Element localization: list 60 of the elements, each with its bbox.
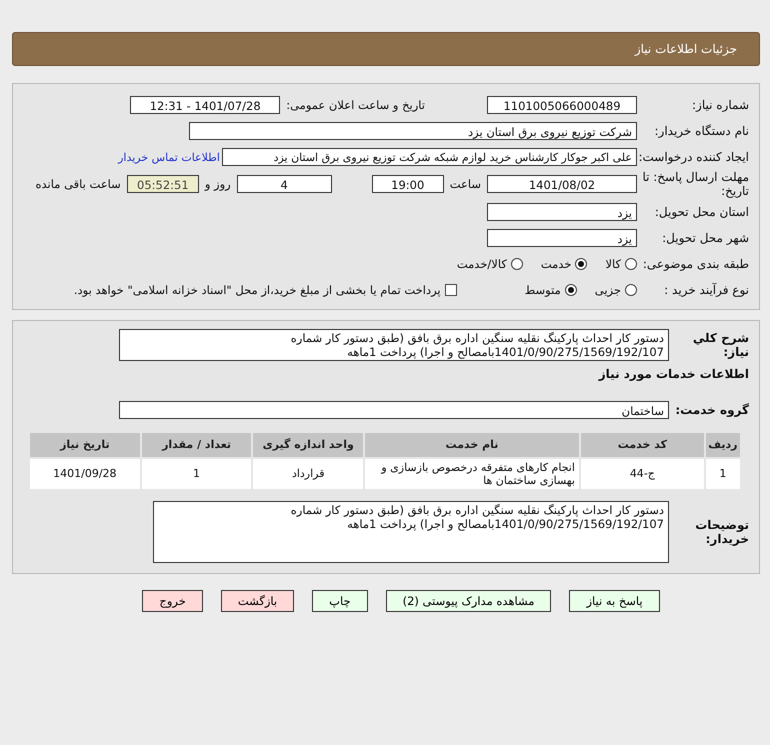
requester-field: علی اکبر جوکار کارشناس خرید لوازم شبکه شرکت توزیع نیروی برق استان یزد [222, 148, 637, 166]
category-radio[interactable]: کالا [605, 256, 637, 271]
field-label: ساعت [450, 177, 481, 192]
process-radio[interactable]: جزیی [594, 282, 637, 297]
action-button[interactable]: مشاهده مدارک پیوستی (2) [386, 590, 552, 612]
field-label: ساعت باقی مانده [36, 177, 121, 192]
category-radio[interactable]: کالا/خدمت [456, 256, 523, 271]
field-label: روز و [204, 177, 231, 192]
action-button[interactable]: چاپ [312, 590, 368, 612]
buyer-notes-field: دستور کار احداث پارکینگ نقلیه سنگین اداره برق بافق (طبق دستور کار شماره 1401/0/90/275/1569/192/107بامصالح و اجرا) پرداخت 1ماهه [153, 500, 669, 563]
column-header: تعداد / مقدار [142, 432, 252, 457]
category-radio[interactable]: خدمت [540, 256, 588, 271]
action-button[interactable]: بازگشت [220, 590, 294, 612]
days-field: 4 [236, 175, 332, 194]
service-group-field: ساختمان [119, 400, 669, 419]
radio-icon[interactable] [510, 258, 523, 270]
column-header: ردیف [706, 432, 740, 457]
table-cell: انجام کارهای متفرقه درخصوص بازسازی و بهسازی ساختمان ها [365, 458, 579, 489]
field-label: نوع فرآیند خرید : [663, 282, 749, 297]
field-label: استان محل تحویل: [654, 204, 749, 219]
section-title: اطلاعات خدمات مورد نیاز [597, 366, 749, 381]
radio-icon[interactable] [625, 258, 637, 270]
column-header: کد خدمت [580, 432, 704, 457]
field-label: ایجاد کننده درخواست: [637, 150, 749, 164]
table-cell: 1 [142, 458, 252, 489]
field-label: شهر محل تحویل: [661, 230, 749, 245]
process-radio[interactable]: متوسط [524, 282, 577, 297]
remaining-time-field: 05:52:51 [126, 175, 199, 194]
buyer-field: شرکت توزیع نیروی برق استان یزد [189, 122, 637, 140]
buyer-contact-link[interactable]: اطلاعات تماس خریدار [118, 150, 220, 164]
table-cell: ج-44 [580, 458, 704, 489]
checkbox-icon[interactable] [444, 284, 457, 296]
city-field: یزد [487, 228, 637, 247]
column-header: نام خدمت [365, 432, 579, 457]
radio-icon[interactable] [564, 284, 577, 296]
field-label: توضیحات خریدار: [694, 518, 749, 546]
summary-field: دستور کار احداث پارکینگ نقلیه سنگین اداره برق بافق (طبق دستور کار شماره 1401/0/90/275/1569/192/107بامصالح و اجرا) پرداخت 1ماهه [119, 328, 669, 361]
table-cell: قرارداد [253, 458, 364, 489]
treasury-checkbox[interactable]: پرداخت تمام یا بخشی از مبلغ خرید،از محل "اسناد خزانه اسلامی" خواهد بود. [74, 282, 457, 297]
deadline-date-field: 1401/08/02 [487, 175, 637, 194]
radio-icon[interactable] [575, 258, 588, 270]
field-label: گروه خدمت: [674, 402, 749, 417]
province-field: یزد [487, 202, 637, 221]
field-label: طبقه بندی موضوعی: [642, 256, 749, 271]
field-label: مهلت ارسال پاسخ: تا تاریخ: [641, 170, 749, 199]
field-label: شرح کلي نياز: [692, 330, 749, 359]
radio-icon[interactable] [625, 284, 637, 296]
column-header: تاریخ نیاز [30, 432, 140, 457]
table-cell: 1401/09/28 [30, 458, 140, 489]
field-label: تاریخ و ساعت اعلان عمومی: [286, 98, 425, 112]
action-button[interactable]: خروج [142, 590, 203, 612]
field-label: نام دستگاه خریدار: [654, 124, 749, 138]
field-label: شماره نیاز: [691, 98, 749, 112]
page-title: جزئیات اطلاعات نیاز [634, 42, 737, 56]
announce-date-field: 1401/07/28 - 12:31 [130, 96, 280, 114]
table-cell: 1 [706, 458, 740, 489]
column-header: واحد اندازه گیری [253, 432, 364, 457]
deadline-time-field: 19:00 [372, 175, 444, 194]
action-button[interactable]: پاسخ به نیاز [569, 590, 660, 612]
need-number-field: 1101005066000489 [487, 96, 637, 114]
